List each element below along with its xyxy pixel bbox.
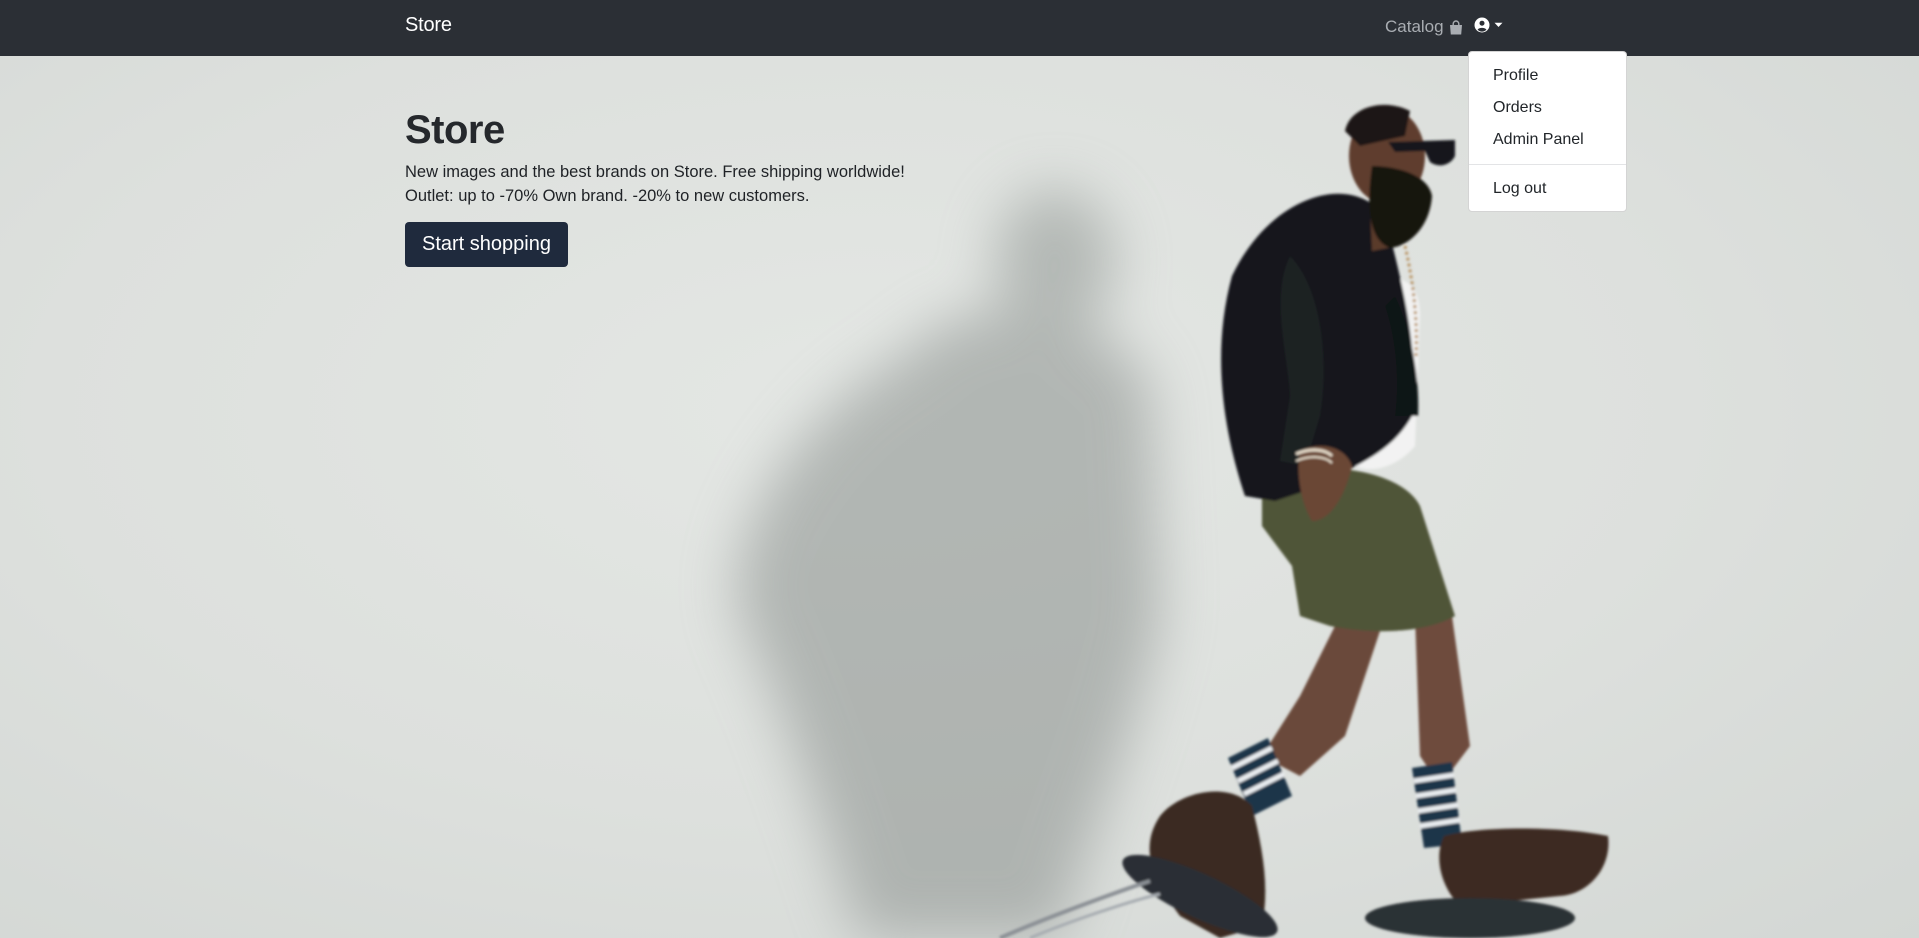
catalog-label: Catalog [1385,17,1444,36]
start-shopping-button[interactable]: Start shopping [405,222,568,267]
hero-section: Store New images and the best brands on … [0,56,1919,938]
hero-title: Store [405,108,505,152]
hero-background-photo [737,104,1609,938]
hero-lead-line-1: New images and the best brands on Store.… [405,163,905,181]
top-navbar: Store Catalog [0,0,1919,56]
shopping-bag-icon [1449,19,1462,34]
menu-item-logout[interactable]: Log out [1469,173,1626,205]
user-circle-icon [1474,17,1490,33]
menu-item-profile[interactable]: Profile [1469,60,1626,92]
menu-item-orders[interactable]: Orders [1469,92,1626,124]
hero-lead-text: New images and the best brands on Store.… [405,160,905,208]
menu-item-admin-panel[interactable]: Admin Panel [1469,124,1626,156]
caret-down-icon [1494,22,1503,27]
brand-link[interactable]: Store [405,14,452,37]
hero-lead-line-2: Outlet: up to -70% Own brand. -20% to ne… [405,187,810,205]
catalog-link[interactable]: Catalog [1385,17,1463,37]
user-menu-toggle[interactable] [1474,17,1503,33]
user-dropdown-menu: Profile Orders Admin Panel Log out [1468,51,1627,212]
hero-content: Store New images and the best brands on … [405,106,905,267]
menu-divider [1469,164,1626,165]
